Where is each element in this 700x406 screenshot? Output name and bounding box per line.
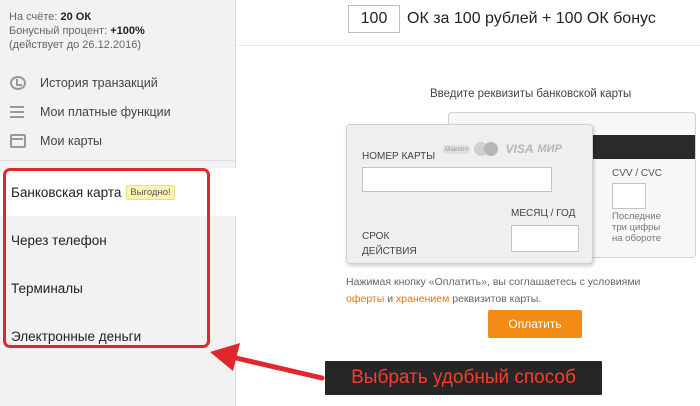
terms-suffix: реквизитов карты. xyxy=(452,293,542,305)
annotation-callout: Выбрать удобный способ xyxy=(325,361,602,395)
cvv-hint-line: на обороте xyxy=(612,233,662,244)
terms-prefix: Нажимая кнопку «Оплатить», вы соглашаете… xyxy=(346,276,641,288)
mir-logo: МИР xyxy=(537,143,562,155)
bonus-label: Бонусный процент: xyxy=(9,25,108,37)
menu-item-my-cards[interactable]: Мои карты xyxy=(0,126,236,155)
offer-link[interactable]: оферты xyxy=(346,293,384,305)
account-menu: История транзакций Мои платные функции М… xyxy=(0,68,236,155)
menu-item-paid-features[interactable]: Мои платные функции xyxy=(0,97,236,126)
cvv-input[interactable] xyxy=(612,183,646,209)
cvv-hint: Последние три цифры на обороте xyxy=(612,211,661,244)
month-year-input[interactable] xyxy=(511,225,579,252)
bonus-valid-until: (действует до 26.12.2016) xyxy=(9,39,142,51)
cvv-label: CVV / CVC xyxy=(612,168,663,179)
terms-text: Нажимая кнопку «Оплатить», вы соглашаете… xyxy=(346,274,676,308)
card-number-label: НОМЕР КАРТЫ xyxy=(362,151,436,162)
balance-value: 20 ОК xyxy=(60,11,92,23)
list-icon xyxy=(10,105,26,119)
menu-item-label: Мои платные функции xyxy=(40,104,171,119)
expiry-label-line: ДЕЙСТВИЯ xyxy=(362,246,417,257)
maestro-logo: Maestro xyxy=(443,144,471,154)
mastercard-logo xyxy=(474,142,500,156)
bonus-row: Бонусный процент: +100% xyxy=(9,24,145,38)
card-logos: Maestro VISA МИР xyxy=(443,142,562,156)
terms-and: и xyxy=(387,293,394,305)
bonus-value: +100% xyxy=(110,25,145,37)
card-icon xyxy=(10,133,26,148)
history-icon xyxy=(10,75,26,90)
amount-description: ОК за 100 рублей + 100 ОК бонус xyxy=(407,10,656,27)
divider xyxy=(0,160,236,161)
divider xyxy=(237,45,700,46)
expiry-label-line: СРОК xyxy=(362,231,390,242)
visa-logo: VISA xyxy=(505,142,534,156)
amount-input[interactable] xyxy=(348,5,400,33)
menu-item-transaction-history[interactable]: История транзакций xyxy=(0,68,236,97)
storage-link[interactable]: хранением xyxy=(396,293,449,305)
card-number-input[interactable] xyxy=(362,167,552,192)
balance-info: На счёте: 20 ОК Бонусный процент: +100% … xyxy=(9,10,145,52)
card-front: Maestro VISA МИР НОМЕР КАРТЫ МЕСЯЦ / ГОД… xyxy=(346,124,593,264)
amount-row: ОК за 100 рублей + 100 ОК бонус xyxy=(348,5,656,33)
month-year-label: МЕСЯЦ / ГОД xyxy=(511,208,576,219)
payment-methods-highlight xyxy=(3,168,210,348)
menu-item-label: Мои карты xyxy=(40,133,103,148)
balance-label: На счёте: xyxy=(9,11,58,23)
cvv-hint-line: три цифры xyxy=(612,222,661,233)
menu-item-label: История транзакций xyxy=(40,75,158,90)
pay-button[interactable]: Оплатить xyxy=(488,310,582,338)
cvv-hint-line: Последние xyxy=(612,211,661,222)
expiry-label: СРОК ДЕЙСТВИЯ xyxy=(362,229,417,259)
card-form-title: Введите реквизиты банковской карты xyxy=(430,88,632,100)
balance-row: На счёте: 20 ОК xyxy=(9,10,145,24)
